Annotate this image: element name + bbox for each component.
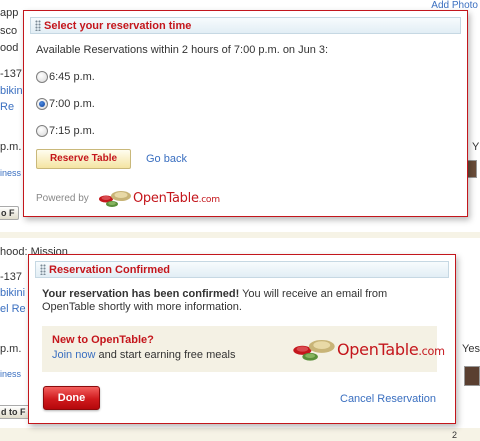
drag-grip-icon[interactable] <box>40 264 46 275</box>
bg-time-fragment: p.m. <box>0 343 22 355</box>
opentable-plates-icon <box>99 191 131 207</box>
bg-address-fragment: app <box>0 7 19 19</box>
bg-divider-band <box>0 232 480 238</box>
popup-header[interactable]: Select your reservation time <box>30 17 461 34</box>
bg-link-fragment[interactable]: bikini <box>0 85 25 97</box>
cancel-reservation-link[interactable]: Cancel Reservation <box>340 393 436 405</box>
bg-button-fragment[interactable]: o F <box>0 206 19 220</box>
time-option-label: 7:00 p.m. <box>49 98 95 110</box>
bg-fragment: 2 <box>452 430 458 440</box>
time-option-label: 7:15 p.m. <box>49 125 95 137</box>
bg-link-fragment[interactable]: bikini <box>0 287 25 299</box>
bg-link-fragment[interactable]: iness <box>0 369 21 379</box>
bg-divider-band <box>0 428 480 441</box>
go-back-link[interactable]: Go back <box>146 153 187 165</box>
time-option-label: 6:45 p.m. <box>49 71 95 83</box>
time-option-0700[interactable]: 7:00 p.m. <box>36 97 95 111</box>
new-to-opentable-title: New to OpenTable? <box>52 334 154 346</box>
select-time-popup: Select your reservation time <box>23 10 468 217</box>
bg-time-fragment: p.m. <box>0 141 22 153</box>
radio-button[interactable] <box>36 71 48 83</box>
new-to-opentable-box: New to OpenTable? Join now and start ear… <box>42 326 445 372</box>
bg-link-fragment[interactable]: iness <box>0 168 21 178</box>
time-option-0715[interactable]: 7:15 p.m. <box>36 124 95 138</box>
join-now-line: Join now and start earning free meals <box>52 349 235 361</box>
bg-fragment: Y <box>472 141 480 153</box>
confirmation-message-bold: Your reservation has been confirmed! <box>42 288 240 300</box>
thumbnail-image[interactable] <box>464 366 480 386</box>
drag-grip-icon[interactable] <box>35 20 41 31</box>
bg-fragment: Yes <box>462 343 480 355</box>
opentable-plates-icon <box>293 339 335 361</box>
popup-header[interactable]: Reservation Confirmed <box>35 261 449 278</box>
confirmation-message: Your reservation has been confirmed! You… <box>42 288 422 314</box>
opentable-logo[interactable]: OpenTable.com <box>98 188 220 208</box>
opentable-logo-text: OpenTable <box>337 339 419 359</box>
available-reservations-text: Available Reservations within 2 hours of… <box>36 44 329 56</box>
opentable-logo-text: OpenTable <box>133 190 199 206</box>
bg-city-fragment: sco <box>0 25 18 37</box>
bg-phone-fragment: -137 <box>0 68 23 80</box>
opentable-logo[interactable]: OpenTable.com <box>292 336 445 362</box>
done-button[interactable]: Done <box>43 386 100 410</box>
opentable-logo-domain: .com <box>198 194 220 205</box>
popup-title: Reservation Confirmed <box>49 264 171 276</box>
reserve-table-button[interactable]: Reserve Table <box>36 149 131 169</box>
bg-button-fragment[interactable]: d to F <box>0 405 30 419</box>
opentable-logo-domain: .com <box>418 344 445 358</box>
radio-button[interactable] <box>36 125 48 137</box>
bg-neighborhood-fragment: ood <box>0 42 19 54</box>
popup-title: Select your reservation time <box>44 20 192 32</box>
bg-phone-fragment: -137 <box>0 271 23 283</box>
bg-link-fragment[interactable]: Re <box>0 101 14 113</box>
powered-by-text: Powered by <box>36 193 89 204</box>
time-option-0645[interactable]: 6:45 p.m. <box>36 70 95 84</box>
join-now-rest: and start earning free meals <box>95 349 236 361</box>
radio-button-selected[interactable] <box>36 98 48 110</box>
bg-link-fragment[interactable]: el Re <box>0 303 26 315</box>
join-now-link[interactable]: Join now <box>52 349 95 361</box>
